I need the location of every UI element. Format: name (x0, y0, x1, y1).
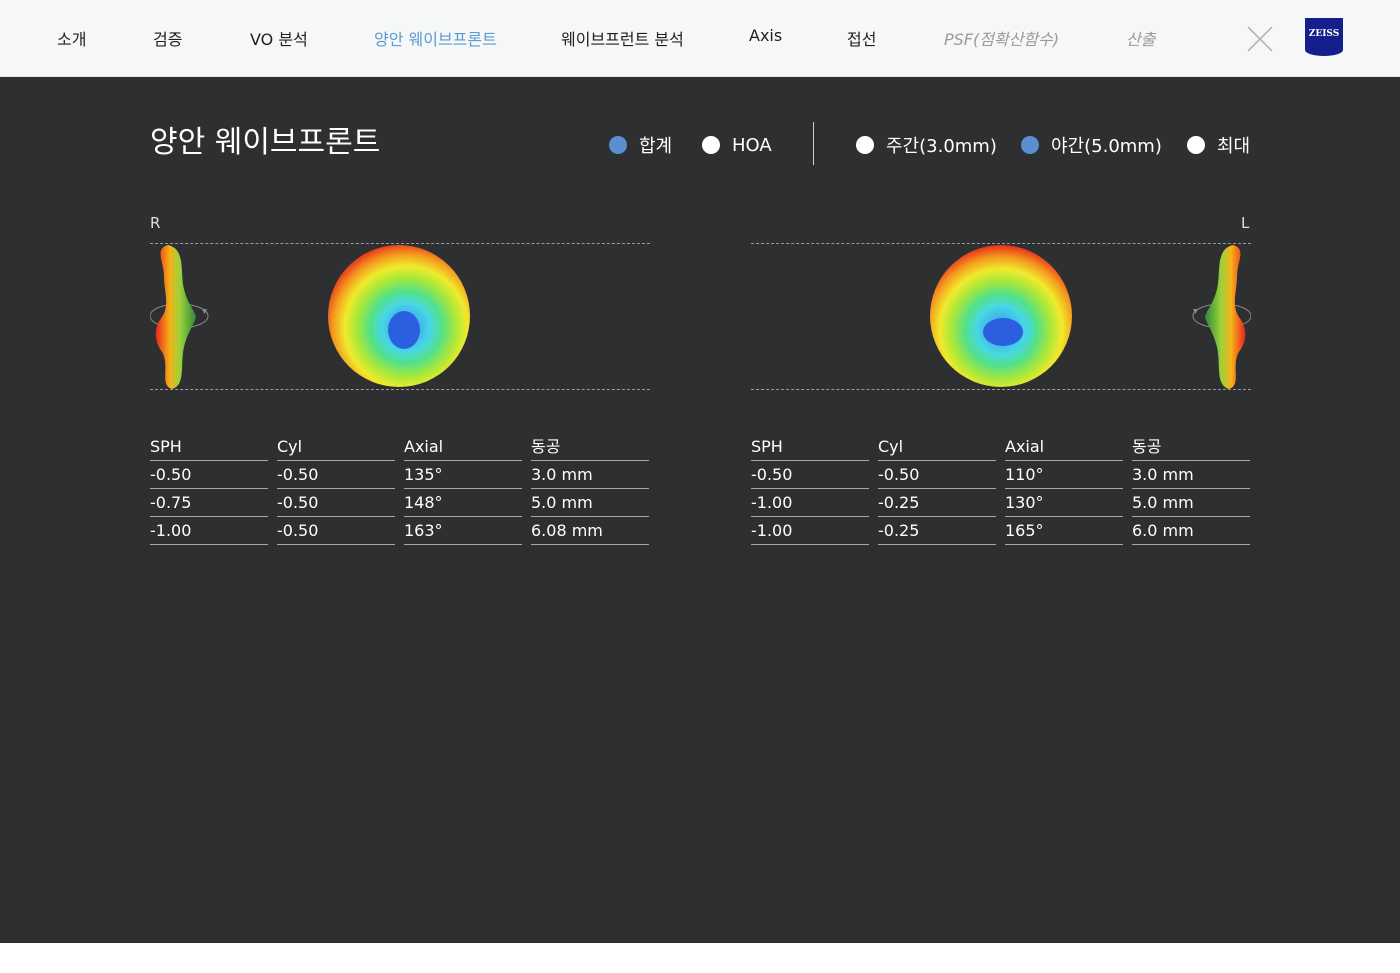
table-cell: -1.00 (751, 489, 869, 517)
table-header-cyl: Cyl (878, 433, 996, 461)
zeiss-logo: ZEISS (1305, 18, 1343, 56)
table-cell: -0.50 (751, 461, 869, 489)
radio-max[interactable]: 최대 (1187, 134, 1251, 157)
table-cell: -0.50 (878, 461, 996, 489)
table-cell: 3.0 mm (1132, 461, 1250, 489)
table-header-axial: Axial (404, 433, 522, 461)
table-header-sph: SPH (150, 433, 268, 461)
table-cell: 148° (404, 489, 522, 517)
nav-item-binocular-wavefront[interactable]: 양안 웨이브프론트 (374, 26, 497, 50)
nav-item-psf[interactable]: PSF(점확산함수) (944, 26, 1059, 50)
table-header-axial: Axial (1005, 433, 1123, 461)
filter-divider (813, 122, 814, 165)
table-header-cyl: Cyl (277, 433, 395, 461)
table-cell: 163° (404, 517, 522, 545)
radio-unselected-icon (1187, 136, 1205, 154)
table-cell: -0.50 (277, 461, 395, 489)
table-cell: 5.0 mm (531, 489, 649, 517)
left-lens-profile-icon (1192, 245, 1251, 389)
table-cell: -1.00 (150, 517, 268, 545)
table-cell: -0.50 (277, 489, 395, 517)
table-cell: -0.25 (878, 517, 996, 545)
main-content: 양안 웨이브프론트 합계 HOA 주간(3.0mm) 야간(5.0mm) 최대 … (0, 77, 1400, 943)
table-cell: 165° (1005, 517, 1123, 545)
nav-item-intro[interactable]: 소개 (57, 26, 86, 50)
right-lens-profile-icon (150, 245, 209, 389)
table-cell: -1.00 (751, 517, 869, 545)
table-cell: -0.50 (150, 461, 268, 489)
table-cell: 6.08 mm (531, 517, 649, 545)
table-cell: -0.25 (878, 489, 996, 517)
radio-hoa[interactable]: HOA (702, 134, 772, 156)
nav-item-wavefront-analysis[interactable]: 웨이브프런트 분석 (561, 26, 684, 50)
radio-unselected-icon (702, 136, 720, 154)
radio-total[interactable]: 합계 (609, 134, 673, 157)
nav-item-output[interactable]: 산출 (1126, 26, 1155, 50)
nav-item-verification[interactable]: 검증 (153, 26, 182, 50)
bottom-strip (0, 943, 1400, 973)
table-cell: 110° (1005, 461, 1123, 489)
radio-day[interactable]: 주간(3.0mm) (856, 134, 997, 157)
right-wavefront-map (328, 245, 470, 387)
radio-hoa-label: HOA (732, 134, 772, 156)
nav-item-tangent[interactable]: 접선 (847, 26, 876, 50)
radio-unselected-icon (856, 136, 874, 154)
table-header-pupil: 동공 (1132, 433, 1250, 461)
table-cell: 135° (404, 461, 522, 489)
radio-night[interactable]: 야간(5.0mm) (1021, 134, 1162, 157)
table-cell: 3.0 mm (531, 461, 649, 489)
radio-total-label: 합계 (639, 136, 673, 157)
close-icon[interactable] (1246, 25, 1274, 53)
nav-item-vo-analysis[interactable]: VO 분석 (250, 26, 308, 50)
right-eye-map-panel (150, 243, 650, 391)
table-cell: -0.50 (277, 517, 395, 545)
table-cell: -0.75 (150, 489, 268, 517)
top-navigation: 소개 검증 VO 분석 양안 웨이브프론트 웨이브프런트 분석 Axis 접선 … (0, 0, 1400, 77)
left-eye-map-panel (751, 243, 1251, 391)
left-wavefront-map (930, 245, 1072, 387)
table-cell: 130° (1005, 489, 1123, 517)
left-eye-label: L (1241, 214, 1250, 232)
table-cell: 6.0 mm (1132, 517, 1250, 545)
nav-item-axis[interactable]: Axis (749, 26, 782, 45)
table-header-pupil: 동공 (531, 433, 649, 461)
radio-selected-icon (609, 136, 627, 154)
radio-max-label: 최대 (1217, 136, 1251, 157)
radio-day-label: 주간(3.0mm) (886, 136, 997, 157)
table-cell: 5.0 mm (1132, 489, 1250, 517)
table-header-sph: SPH (751, 433, 869, 461)
right-eye-label: R (150, 214, 161, 232)
radio-selected-icon (1021, 136, 1039, 154)
page-title: 양안 웨이브프론트 (150, 125, 381, 160)
radio-night-label: 야간(5.0mm) (1051, 136, 1162, 157)
